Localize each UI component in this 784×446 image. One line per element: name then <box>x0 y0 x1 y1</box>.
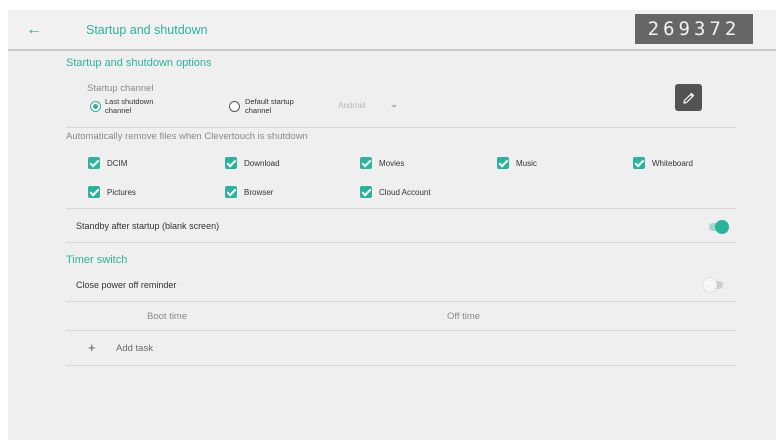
timer-switch-section-title: Timer switch <box>66 254 128 266</box>
standby-toggle[interactable] <box>709 220 729 234</box>
checkbox-whiteboard[interactable]: Whiteboard <box>633 156 693 170</box>
checkbox-label: Movies <box>379 158 405 168</box>
checkbox-checked-icon[interactable] <box>497 157 509 169</box>
checkbox-label: Music <box>516 158 537 168</box>
radio-default-startup-indicator[interactable] <box>229 101 240 112</box>
divider <box>66 330 736 331</box>
plus-icon[interactable]: + <box>88 340 96 355</box>
checkbox-movies[interactable]: Movies <box>360 156 404 170</box>
radio-last-shutdown-label-line2: channel <box>105 106 132 115</box>
startup-options-section-title: Startup and shutdown options <box>66 57 212 69</box>
code-display: 269372 <box>635 14 753 44</box>
toggle-knob <box>715 220 729 234</box>
checkbox-checked-icon[interactable] <box>225 186 237 198</box>
divider <box>66 208 736 209</box>
checkbox-label: Whiteboard <box>652 158 693 168</box>
checkbox-label: Pictures <box>107 187 136 197</box>
checkbox-label: Download <box>244 158 280 168</box>
divider <box>66 301 736 302</box>
add-task-label: Add task <box>116 343 153 354</box>
radio-default-startup-label-line1: Default startup <box>245 97 294 106</box>
checkbox-checked-icon[interactable] <box>88 186 100 198</box>
radio-default-startup-label-line2: channel <box>245 106 272 115</box>
checkbox-checked-icon[interactable] <box>225 157 237 169</box>
checkbox-browser[interactable]: Browser <box>225 185 273 199</box>
divider <box>66 242 736 243</box>
radio-last-shutdown-label-line1: Last shutdown <box>105 97 154 106</box>
boot-time-header: Boot time <box>147 311 188 322</box>
checkbox-checked-icon[interactable] <box>633 157 645 169</box>
standby-label: Standby after startup (blank screen) <box>76 221 220 231</box>
checkbox-checked-icon[interactable] <box>88 157 100 169</box>
chevron-down-icon <box>391 105 397 108</box>
checkbox-label: Cloud Account <box>379 187 431 197</box>
back-arrow-icon[interactable]: ← <box>26 21 44 39</box>
checkbox-music[interactable]: Music <box>497 156 537 170</box>
toggle-knob <box>703 278 717 292</box>
power-off-reminder-label: Close power off reminder <box>76 280 177 290</box>
checkbox-cloud-account[interactable]: Cloud Account <box>360 185 431 199</box>
pencil-icon <box>682 92 694 104</box>
checkbox-download[interactable]: Download <box>225 156 280 170</box>
checkbox-checked-icon[interactable] <box>360 157 372 169</box>
divider <box>66 127 736 128</box>
checkbox-label: Browser <box>244 187 274 197</box>
checkbox-pictures[interactable]: Pictures <box>88 185 136 199</box>
header-bar: ← Startup and shutdown 269372 <box>8 10 776 51</box>
checkbox-dcim[interactable]: DCIM <box>88 156 127 170</box>
startup-channel-label: Startup channel <box>87 83 154 94</box>
checkbox-label: DCIM <box>107 158 128 168</box>
dropdown-value: Android <box>338 101 366 110</box>
page-title: Startup and shutdown <box>86 23 208 37</box>
off-time-header: Off time <box>447 311 481 322</box>
edit-button[interactable] <box>675 84 702 111</box>
radio-last-shutdown-indicator[interactable] <box>90 101 101 112</box>
auto-remove-label: Automatically remove files when Cleverto… <box>66 131 308 142</box>
power-off-reminder-toggle[interactable] <box>703 278 723 292</box>
divider <box>66 365 736 366</box>
checkbox-checked-icon[interactable] <box>360 186 372 198</box>
